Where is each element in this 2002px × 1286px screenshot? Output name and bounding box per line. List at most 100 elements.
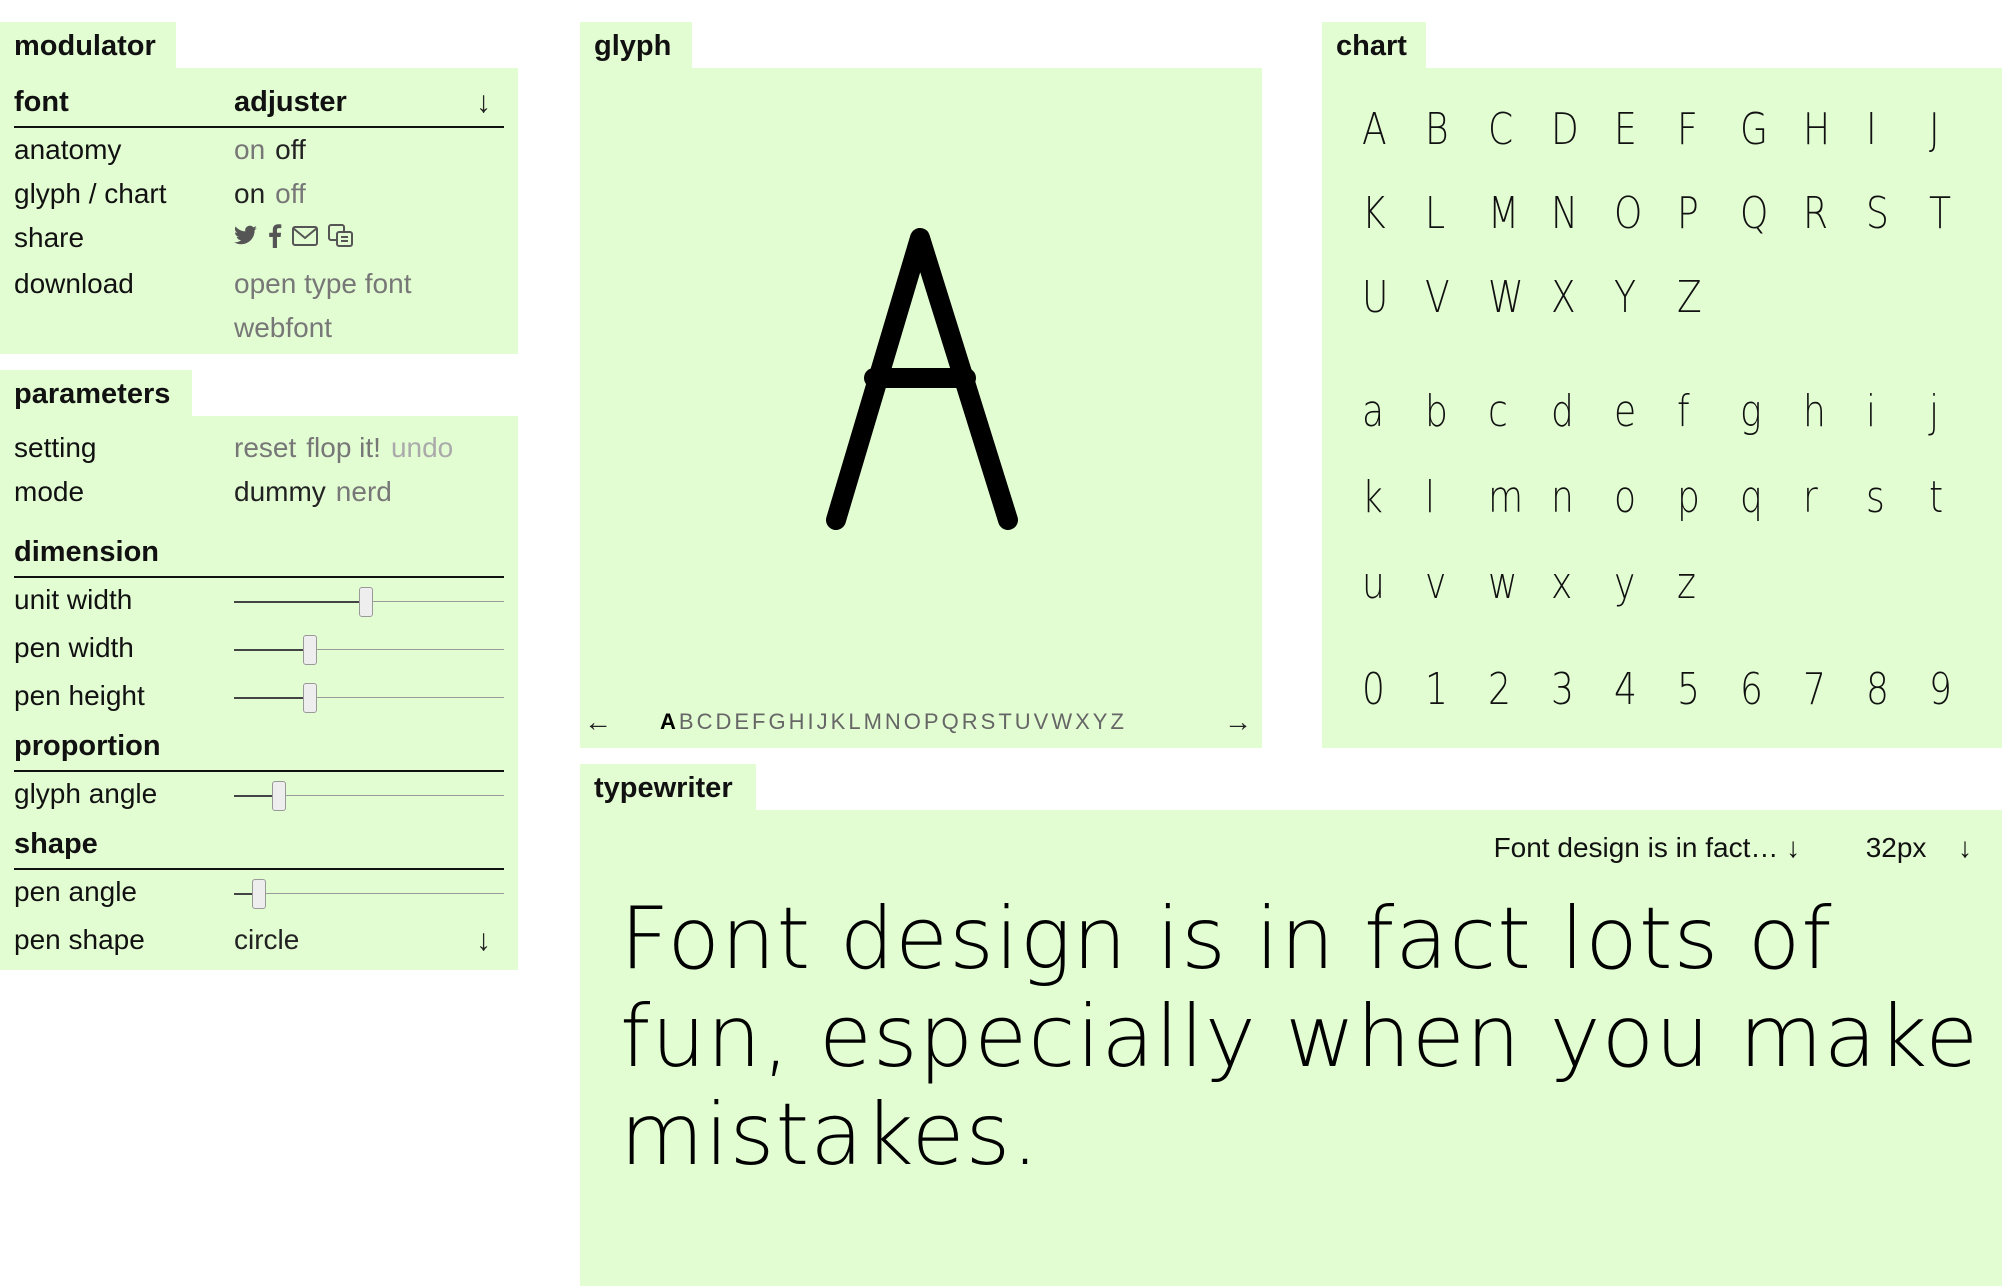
- chart-glyph[interactable]: s: [1866, 476, 1918, 520]
- chart-glyph[interactable]: Z: [1677, 276, 1729, 320]
- chart-glyph[interactable]: Y: [1614, 276, 1666, 320]
- chart-glyph[interactable]: 9: [1929, 668, 1981, 712]
- chart-glyph[interactable]: D: [1551, 108, 1603, 152]
- glyph-strip-letter[interactable]: X: [1075, 709, 1093, 734]
- anatomy-on-option[interactable]: on: [234, 134, 265, 165]
- chart-glyph[interactable]: i: [1866, 390, 1918, 434]
- glyph-strip-letter[interactable]: A: [660, 709, 679, 734]
- adjuster-toggle-arrow-icon[interactable]: ↓: [476, 88, 491, 118]
- glyph-strip-letter[interactable]: B: [679, 709, 697, 734]
- pen-angle-slider-thumb[interactable]: [252, 879, 266, 909]
- glyph-prev-arrow[interactable]: ←: [584, 708, 612, 736]
- chart-glyph[interactable]: m: [1488, 476, 1540, 520]
- pen-angle-slider[interactable]: [234, 879, 504, 909]
- copy-icon[interactable]: [328, 224, 354, 248]
- chart-glyph[interactable]: E: [1614, 108, 1666, 152]
- chart-glyph[interactable]: B: [1425, 108, 1477, 152]
- typewriter-preset-select[interactable]: Font design is in fact…: [1494, 832, 1779, 863]
- chart-glyph[interactable]: a: [1362, 390, 1414, 434]
- glyph-strip-letter[interactable]: P: [924, 709, 942, 734]
- chart-glyph[interactable]: j: [1929, 390, 1981, 434]
- chart-glyph[interactable]: p: [1677, 476, 1729, 520]
- mode-nerd-option[interactable]: nerd: [336, 476, 392, 507]
- chart-glyph[interactable]: A: [1362, 108, 1414, 152]
- chart-glyph[interactable]: Q: [1740, 192, 1792, 236]
- chart-glyph[interactable]: u: [1362, 562, 1414, 606]
- glyph-strip-letter[interactable]: Z: [1110, 709, 1126, 734]
- chart-glyph[interactable]: 5: [1677, 668, 1729, 712]
- chart-glyph[interactable]: o: [1614, 476, 1666, 520]
- chart-glyph[interactable]: q: [1740, 476, 1792, 520]
- chart-glyph[interactable]: W: [1488, 276, 1540, 320]
- glyph-strip-letter[interactable]: Y: [1093, 709, 1111, 734]
- glyph-strip-letter[interactable]: O: [904, 709, 924, 734]
- chart-glyph[interactable]: k: [1362, 476, 1414, 520]
- chart-glyph[interactable]: 2: [1488, 668, 1540, 712]
- pen-width-slider-thumb[interactable]: [303, 635, 317, 665]
- chart-glyph[interactable]: 4: [1614, 668, 1666, 712]
- chart-glyph[interactable]: F: [1677, 108, 1729, 152]
- chart-glyph[interactable]: N: [1551, 192, 1603, 236]
- chart-glyph[interactable]: h: [1803, 390, 1855, 434]
- chart-glyph[interactable]: v: [1425, 562, 1477, 606]
- unit-width-slider[interactable]: [234, 587, 504, 617]
- chart-glyph[interactable]: f: [1677, 390, 1729, 434]
- chart-glyph[interactable]: H: [1803, 108, 1855, 152]
- reset-button[interactable]: reset: [234, 432, 296, 463]
- chart-glyph[interactable]: L: [1425, 192, 1477, 236]
- chart-glyph[interactable]: e: [1614, 390, 1666, 434]
- chart-glyph[interactable]: z: [1677, 562, 1729, 606]
- chart-glyph[interactable]: C: [1488, 108, 1540, 152]
- unit-width-slider-thumb[interactable]: [359, 587, 373, 617]
- chart-glyph[interactable]: t: [1929, 476, 1981, 520]
- glyph-angle-slider-thumb[interactable]: [272, 781, 286, 811]
- glyph-strip-letter[interactable]: S: [981, 709, 999, 734]
- glyph-strip-letter[interactable]: F: [752, 709, 768, 734]
- flop-it-button[interactable]: flop it!: [306, 432, 381, 463]
- chart-glyph[interactable]: X: [1551, 276, 1603, 320]
- chart-glyph[interactable]: w: [1488, 562, 1540, 606]
- typewriter-text[interactable]: Font design is in fact lots of fun, espe…: [620, 890, 2002, 1184]
- typewriter-size-select[interactable]: 32px: [1866, 832, 1927, 863]
- glyph-strip-letter[interactable]: R: [962, 709, 981, 734]
- glyph-strip-letter[interactable]: E: [734, 709, 752, 734]
- chart-glyph[interactable]: T: [1929, 192, 1981, 236]
- glyph-angle-slider[interactable]: [234, 781, 504, 811]
- chart-glyph[interactable]: R: [1803, 192, 1855, 236]
- glyph-strip-letter[interactable]: K: [831, 709, 849, 734]
- chart-glyph[interactable]: y: [1614, 562, 1666, 606]
- glyph-strip-letter[interactable]: D: [715, 709, 734, 734]
- pen-shape-dropdown-arrow-icon[interactable]: ↓: [476, 926, 491, 956]
- chart-glyph[interactable]: n: [1551, 476, 1603, 520]
- pen-height-slider-thumb[interactable]: [303, 683, 317, 713]
- chart-glyph[interactable]: 3: [1551, 668, 1603, 712]
- chart-glyph[interactable]: G: [1740, 108, 1792, 152]
- glyph-chart-on-option[interactable]: on: [234, 178, 265, 209]
- chart-glyph[interactable]: S: [1866, 192, 1918, 236]
- mail-icon[interactable]: [292, 226, 318, 246]
- chart-glyph[interactable]: J: [1929, 108, 1981, 152]
- glyph-strip-letter[interactable]: Q: [942, 709, 962, 734]
- glyph-strip-letter[interactable]: V: [1034, 709, 1052, 734]
- chart-glyph[interactable]: x: [1551, 562, 1603, 606]
- chart-glyph[interactable]: 0: [1362, 668, 1414, 712]
- glyph-strip-letter[interactable]: G: [769, 709, 789, 734]
- chart-glyph[interactable]: V: [1425, 276, 1477, 320]
- chart-glyph[interactable]: P: [1677, 192, 1729, 236]
- glyph-strip-letter[interactable]: I: [808, 709, 817, 734]
- chart-glyph[interactable]: O: [1614, 192, 1666, 236]
- chart-glyph[interactable]: K: [1362, 192, 1414, 236]
- glyph-next-arrow[interactable]: →: [1224, 708, 1252, 736]
- pen-shape-select[interactable]: circle: [234, 926, 299, 954]
- chart-glyph[interactable]: I: [1866, 108, 1918, 152]
- glyph-chart-off-option[interactable]: off: [275, 178, 306, 209]
- glyph-strip-letter[interactable]: W: [1051, 709, 1075, 734]
- preset-dropdown-arrow-icon[interactable]: ↓: [1786, 832, 1800, 863]
- twitter-icon[interactable]: [234, 225, 258, 247]
- glyph-strip-letter[interactable]: N: [885, 709, 904, 734]
- chart-glyph[interactable]: U: [1362, 276, 1414, 320]
- glyph-strip-letter[interactable]: C: [697, 709, 716, 734]
- chart-glyph[interactable]: 1: [1425, 668, 1477, 712]
- glyph-strip-letter[interactable]: H: [789, 709, 808, 734]
- mode-dummy-option[interactable]: dummy: [234, 476, 326, 507]
